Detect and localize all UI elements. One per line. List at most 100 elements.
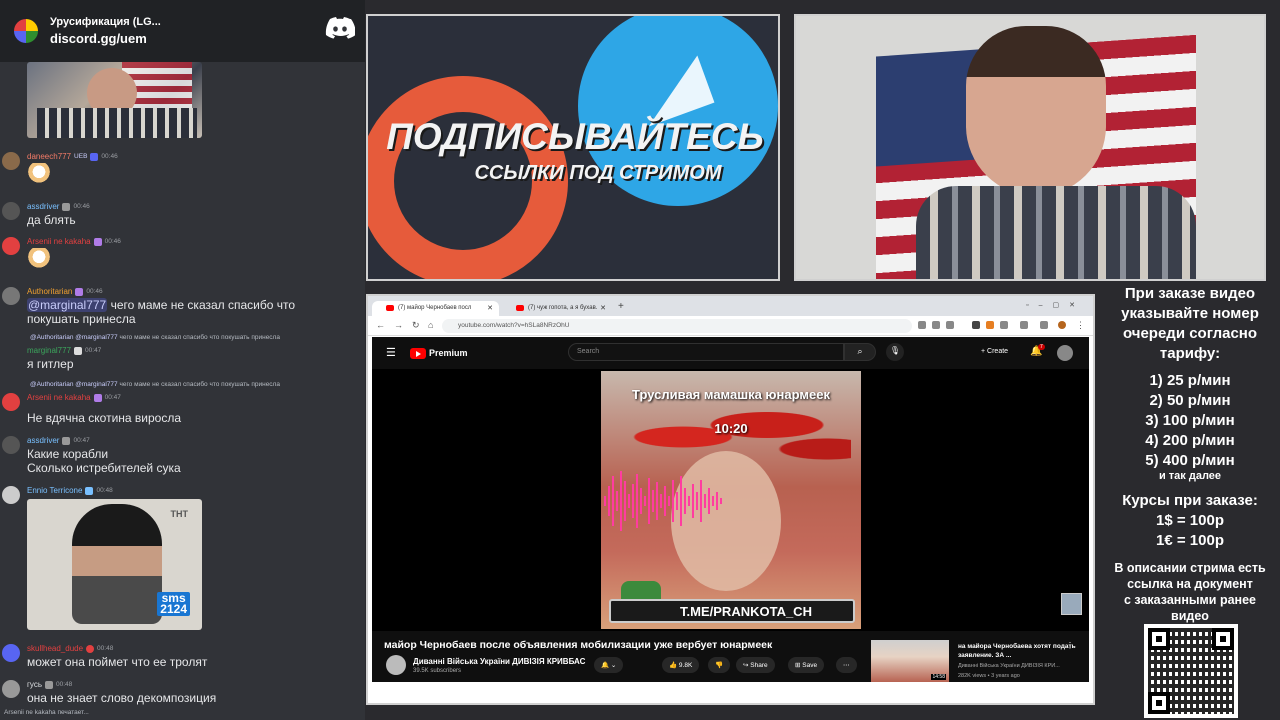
account-avatar[interactable]	[1057, 345, 1073, 361]
search-input[interactable]: Search	[568, 343, 844, 361]
username[interactable]: гусь	[27, 680, 42, 689]
avatar	[2, 237, 20, 255]
search-icon[interactable]: ⌕	[844, 343, 876, 361]
downloads-icon[interactable]	[1040, 321, 1048, 329]
youtube-premium-label[interactable]: Premium	[429, 348, 468, 358]
dislike-button[interactable]: 👎	[708, 657, 731, 673]
bookmark-star-icon[interactable]	[946, 321, 954, 329]
info-heading-line: указывайте номер	[1121, 305, 1259, 322]
youtube-favicon-icon	[516, 305, 524, 311]
like-button[interactable]: 👍 9.8K	[662, 657, 700, 673]
chat-message: skullhead_dude 00:48 может она поймет что…	[0, 644, 365, 670]
exchange-rate: 1$ = 100р	[1156, 512, 1224, 529]
qr-code	[1144, 624, 1238, 718]
attachment-image-video-still[interactable]: ТНТ sms 2124	[27, 499, 202, 630]
timestamp: 00:46	[73, 203, 90, 210]
extension-icon[interactable]	[972, 321, 980, 329]
browser-window: ⌄ (7) майор Чернобаев посл✕ (7) чуж гопо…	[366, 294, 1095, 705]
username[interactable]: Arsenii ne kakaha	[27, 237, 91, 246]
more-options-icon[interactable]: ⋮	[1066, 641, 1074, 650]
avatar	[2, 486, 20, 504]
profile-avatar[interactable]	[1058, 321, 1066, 329]
browser-menu-icon[interactable]: ⋮	[1076, 320, 1085, 331]
user-mention[interactable]: @marginal777	[27, 298, 108, 312]
and-so-on-note: и так далее	[1158, 470, 1222, 482]
recommended-video-thumbnail[interactable]: 14:58	[871, 640, 949, 682]
create-button[interactable]: + Create	[975, 345, 1014, 361]
new-tab-button[interactable]: +	[618, 301, 624, 312]
video-overlay-title: Трусливая мамашка юнармеек	[632, 387, 830, 402]
recommended-video-title[interactable]: на майора Чернобаева хотят подать заявле…	[958, 642, 1076, 660]
typing-indicator: Arsenii ne kakaha печатает...	[4, 709, 89, 716]
sms-badge: sms 2124	[157, 592, 190, 616]
streamer-shirt	[916, 186, 1196, 279]
username[interactable]: daneech777	[27, 152, 71, 161]
sidebar-icon[interactable]	[1020, 321, 1028, 329]
username[interactable]: assdriver	[27, 202, 59, 211]
role-badge-icon	[90, 152, 99, 161]
server-logo	[14, 19, 38, 43]
channel-avatar[interactable]	[386, 655, 406, 675]
home-icon[interactable]: ⌂	[428, 320, 433, 330]
timestamp: 00:46	[101, 153, 118, 160]
recommended-channel[interactable]: Диванні Війська України ДИВІЗІЯ КРИ...	[958, 663, 1060, 669]
close-tab-icon[interactable]: ✕	[600, 304, 606, 312]
sticker-emoji-icon	[27, 248, 51, 270]
tnt-logo: ТНТ	[170, 509, 189, 519]
info-heading-line: При заказе видео	[1124, 285, 1256, 302]
close-tab-icon[interactable]: ✕	[487, 304, 493, 312]
browser-tab-active[interactable]: (7) майор Чернобаев посл ✕	[372, 301, 499, 316]
role-badge-icon	[85, 486, 94, 495]
channel-name[interactable]: Диванні Війська України ДИВІЗІЯ КРИВБАС	[413, 657, 585, 666]
reply-preview[interactable]: @Authoritarian @marginal777 чего маме не…	[30, 334, 280, 341]
save-button[interactable]: ⊞ Save	[788, 657, 825, 673]
reload-icon[interactable]: ↻	[412, 320, 420, 331]
forward-icon[interactable]: →	[394, 320, 403, 330]
hamburger-menu-icon[interactable]: ☰	[386, 346, 396, 359]
extension-icon[interactable]	[986, 321, 994, 329]
discord-chat-overlay: Урусификация (LG... discord.gg/uem danee…	[0, 0, 365, 720]
share-button[interactable]: ↪ Share	[736, 657, 775, 673]
attachment-image-webcam[interactable]	[27, 62, 202, 138]
server-invite-link[interactable]: discord.gg/uem	[50, 31, 161, 46]
role-badge-icon	[62, 202, 71, 211]
username[interactable]: assdriver	[27, 436, 59, 445]
promo-subtitle: ССЫЛКИ ПОД СТРИМОМ	[474, 162, 722, 184]
video-title: майор Чернобаев после объявления мобилиз…	[384, 639, 773, 651]
role-badge-icon	[45, 680, 53, 689]
chat-message: assdriver 00:47 Какие корабли Сколько истр…	[0, 436, 365, 476]
back-icon[interactable]: ←	[376, 320, 385, 330]
extensions-puzzle-icon[interactable]	[1000, 321, 1008, 329]
doc-note-line: с заказанными ранее	[1123, 593, 1256, 607]
avatar	[2, 680, 20, 698]
username[interactable]: skullhead_dude	[27, 644, 83, 653]
role-badge-icon	[93, 393, 102, 402]
chat-message: Authoritarian 00:46 @marginal777 чего мам…	[0, 287, 365, 327]
address-bar[interactable]: youtube.com/watch?v=hSLa8NRzOhU	[442, 319, 912, 333]
more-actions-icon[interactable]: ⋯	[836, 657, 857, 673]
info-heading-line: очереди согласно	[1122, 325, 1258, 342]
username[interactable]: Authoritarian	[27, 287, 72, 296]
avatar	[2, 202, 20, 220]
browser-tab[interactable]: (7) чуж гопота, а я бухав. ✕	[502, 301, 612, 316]
zoom-icon[interactable]	[918, 321, 926, 329]
video-frame[interactable]: Трусливая мамашка юнармеек 10:20 T.ME/PR…	[601, 371, 861, 629]
username[interactable]: marginal777	[27, 346, 71, 355]
window-controls[interactable]: ▫–▢✕	[1026, 301, 1085, 309]
subscribe-bell-button[interactable]: 🔔 ⌄	[594, 657, 624, 673]
chat-message: assdriver 00:46 да блять	[0, 202, 365, 228]
youtube-header: ☰ Premium Search ⌕ 🎙 + Create 🔔 7	[372, 337, 1089, 369]
message-text: она не знает слово декомпозиция	[27, 691, 217, 705]
username[interactable]: Ennio Terricone	[27, 486, 82, 495]
username[interactable]: Arsenii ne kakaha	[27, 393, 91, 402]
timestamp: 00:47	[73, 437, 90, 444]
doc-note-line: В описании стрима есть	[1114, 561, 1266, 575]
reply-preview[interactable]: @Authoritarian @marginal777 чего маме не…	[30, 381, 280, 388]
microphone-icon[interactable]: 🎙	[886, 343, 904, 361]
video-player[interactable]: Трусливая мамашка юнармеек 10:20 T.ME/PR…	[372, 369, 1089, 631]
youtube-logo-icon[interactable]	[410, 348, 426, 359]
install-icon[interactable]	[932, 321, 940, 329]
role-badge-icon	[74, 346, 83, 355]
miniplayer-thumbnail[interactable]	[1061, 593, 1082, 615]
timestamp: 00:47	[104, 394, 121, 401]
